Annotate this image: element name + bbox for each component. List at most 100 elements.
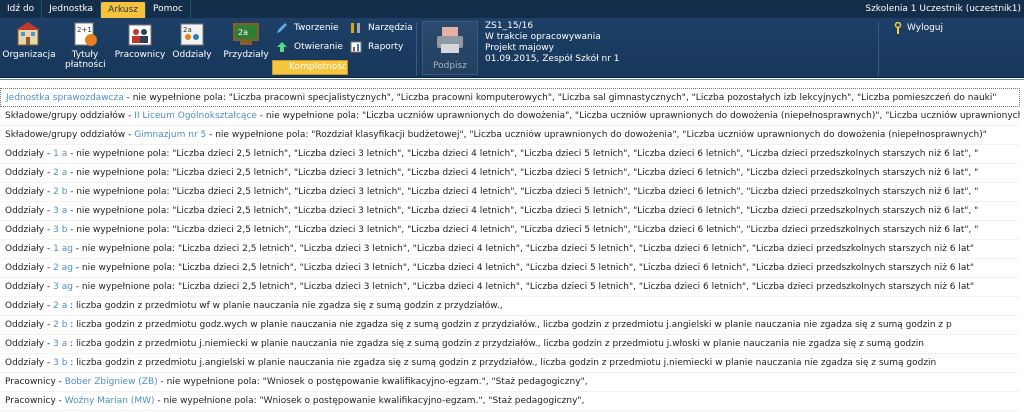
menu-idz-do[interactable]: Idź do <box>0 0 43 18</box>
row-link[interactable]: 1 ag <box>53 244 73 254</box>
wyloguj-button[interactable]: Wyloguj <box>893 22 943 34</box>
row-prefix: Oddziały - <box>5 320 54 330</box>
board-icon: 2a <box>233 23 259 45</box>
row-text: - nie wypełnione pola: "Liczba dzieci 2,… <box>72 263 975 273</box>
row-text: - nie wypełnione pola: "Wniosek o postęp… <box>157 377 588 387</box>
raporty-label: Raporty <box>368 42 404 52</box>
row-link[interactable]: Jednostka sprawozdawcza <box>6 93 124 103</box>
menu-jednostka[interactable]: Jednostka <box>42 0 102 18</box>
row-link[interactable]: 2 b <box>53 320 67 330</box>
list-item: Oddziały - 2 b - nie wypełnione pola: "L… <box>0 183 1020 202</box>
row-link[interactable]: 3 a <box>53 206 67 216</box>
row-link[interactable]: II Liceum Ogólnokształcące <box>134 111 257 121</box>
podpisz-button[interactable]: Podpisz <box>422 21 478 75</box>
list-item: Oddziały - 3 a : liczba godzin z przedmi… <box>0 335 1020 354</box>
row-text: - nie wypełnione pola: "Liczba dzieci 2,… <box>72 244 975 254</box>
document-status: W trakcie opracowywania <box>485 32 601 42</box>
pracownicy-button[interactable]: Pracownicy <box>114 21 166 60</box>
row-text: : liczba godzin z przedmiotu j.niemiecki… <box>67 339 925 349</box>
row-link[interactable]: Bober Zbigniew (ZB) <box>65 377 158 387</box>
row-link[interactable]: 2 a <box>53 301 67 311</box>
row-prefix: Składowe/grupy oddziałów - <box>5 130 135 140</box>
otwieranie-label: Otwieranie <box>294 42 343 52</box>
row-prefix: Oddziały - <box>5 187 54 197</box>
otwieranie-button[interactable]: Otwieranie <box>276 40 343 54</box>
row-text: : liczba godzin z przedmiotu wf w planie… <box>67 301 503 311</box>
row-link[interactable]: Woźny Marian (MW) <box>65 396 155 406</box>
podpisz-label: Podpisz <box>433 61 467 71</box>
tytuly-label: Tytuły płatności <box>65 50 106 70</box>
row-prefix: Oddziały - <box>5 301 54 311</box>
row-prefix: Składowe/grupy oddziałów - <box>5 111 135 121</box>
row-link[interactable]: 2 ag <box>53 263 73 273</box>
row-prefix: Oddziały - <box>5 244 54 254</box>
row-text: - nie wypełnione pola: "Liczba dzieci 2,… <box>67 149 979 159</box>
row-prefix: Oddziały - <box>5 282 54 292</box>
svg-text:2a: 2a <box>238 28 248 37</box>
row-link[interactable]: 1 a <box>53 149 67 159</box>
list-item: Oddziały - 2 a : liczba godzin z przedmi… <box>0 297 1020 316</box>
row-link[interactable]: 3 a <box>53 339 67 349</box>
tools-icon <box>351 23 360 33</box>
pencil-icon <box>277 23 287 33</box>
kompletnosc-label: Kompletność <box>289 62 347 72</box>
list-item: Oddziały - 1 ag - nie wypełnione pola: "… <box>0 240 1020 259</box>
pdf-printer-icon <box>437 27 463 53</box>
row-text: : liczba godzin z przedmiotu j.angielski… <box>67 358 937 368</box>
row-link[interactable]: Gimnazjum nr 5 <box>134 130 206 140</box>
arrow-up-icon <box>277 42 287 52</box>
row-text: - nie wypełnione pola: "Liczba dzieci 2,… <box>67 168 979 178</box>
row-text: - nie wypełnione pola: "Liczba dzieci 2,… <box>67 225 979 235</box>
list-item: Oddziały - 2 a - nie wypełnione pola: "L… <box>0 164 1020 183</box>
oddzialy-label: Oddziały <box>172 50 212 60</box>
przydzialy-label: Przydziały <box>223 50 269 60</box>
row-text: - nie wypełnione pola: "Liczba uczniów u… <box>256 111 1020 121</box>
list-item: Oddziały - 3 b - nie wypełnione pola: "L… <box>0 221 1020 240</box>
row-text: : liczba godzin z przedmiotu godz.wych w… <box>67 320 952 330</box>
row-text: - nie wypełnione pola: "Liczba pracowni … <box>123 93 997 103</box>
row-text: - nie wypełnione pola: "Liczba dzieci 2,… <box>67 187 979 197</box>
list-item: Składowe/grupy oddziałów - II Liceum Ogó… <box>0 107 1020 126</box>
key-icon <box>894 22 902 34</box>
row-prefix: Oddziały - <box>5 206 54 216</box>
pracownicy-label: Pracownicy <box>114 50 166 60</box>
row-prefix: Oddziały - <box>5 263 54 273</box>
organizacja-button[interactable]: Organizacja <box>2 21 56 60</box>
tytuly-button[interactable]: 2+1 Tytuły płatności <box>62 21 108 70</box>
raporty-button[interactable]: Raporty <box>350 40 403 54</box>
oddzialy-button[interactable]: 2a Oddziały <box>170 21 214 60</box>
current-user: Szkolenia 1 Uczestnik (uczestnik1) <box>865 4 1021 14</box>
menu-pomoc[interactable]: Pomoc <box>146 0 191 18</box>
ribbon-separator <box>878 22 879 76</box>
row-text: - nie wypełnione pola: "Wniosek o postęp… <box>154 396 585 406</box>
row-prefix: Pracownicy - <box>5 396 65 406</box>
svg-text:2+1: 2+1 <box>77 26 92 34</box>
row-link[interactable]: 3 ag <box>53 282 73 292</box>
list-item: Jednostka sprawozdawcza - nie wypełnione… <box>0 88 1020 107</box>
przydzialy-button[interactable]: 2a Przydziały <box>222 21 270 60</box>
building-icon <box>16 22 40 46</box>
narzedzia-button[interactable]: Narzędzia <box>350 21 413 35</box>
row-link[interactable]: 2 a <box>53 168 67 178</box>
row-link[interactable]: 3 b <box>53 358 67 368</box>
menu-bar: Idź do Jednostka Arkusz Pomoc Szkolenia … <box>0 0 1024 18</box>
class-icon: 2a <box>180 23 204 46</box>
document-info: ZS1_15/16 W trakcie opracowywania Projek… <box>485 21 620 65</box>
row-link[interactable]: 2 b <box>53 187 67 197</box>
list-item: Oddziały - 3 b : liczba godzin z przedmi… <box>0 354 1020 373</box>
row-link[interactable]: 3 b <box>53 225 67 235</box>
row-prefix: Oddziały - <box>5 168 54 178</box>
validation-list: Jednostka sprawozdawcza - nie wypełnione… <box>0 79 1024 412</box>
document-kind: Projekt majowy <box>485 43 554 53</box>
list-item: Pracownicy - Bober Zbigniew (ZB) - nie w… <box>0 373 1020 392</box>
tworzenie-button[interactable]: Tworzenie <box>276 21 339 35</box>
list-item: Oddziały - 1 a - nie wypełnione pola: "L… <box>0 145 1020 164</box>
row-prefix: Oddziały - <box>5 339 54 349</box>
kompletnosc-button[interactable]: Kompletność <box>272 60 348 75</box>
ribbon-separator <box>416 22 417 76</box>
report-icon <box>350 41 362 53</box>
narzedzia-label: Narzędzia <box>368 23 413 33</box>
menu-arkusz[interactable]: Arkusz <box>101 2 146 18</box>
row-text: - nie wypełnione pola: "Rozdział klasyfi… <box>206 130 987 140</box>
organizacja-label: Organizacja <box>2 50 56 60</box>
